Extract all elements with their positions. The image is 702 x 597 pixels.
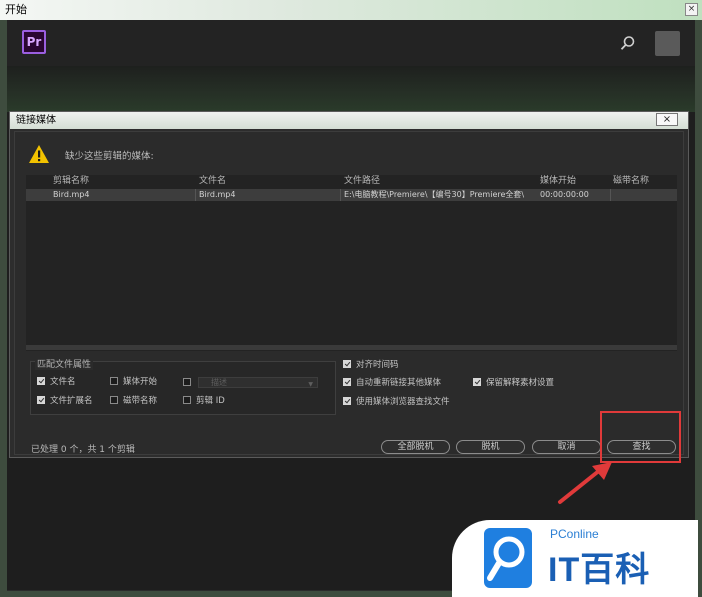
missing-media-table: 剪辑名称 文件名 文件路径 媒体开始 磁带名称 Bird.mp4 Bird.mp…	[26, 175, 677, 351]
cell-clip-name: Bird.mp4	[53, 190, 90, 199]
use-media-browser-checkbox[interactable]	[343, 397, 351, 405]
match-properties-title: 匹配文件属性	[35, 357, 94, 370]
home-header: Pr	[7, 20, 695, 66]
column-header-tape-name[interactable]: 磁带名称	[613, 175, 649, 187]
match-file-name-label: 文件名	[50, 377, 76, 387]
column-header-file-path[interactable]: 文件路径	[344, 175, 380, 187]
warning-icon	[29, 145, 49, 163]
annotation-highlight-box	[600, 411, 681, 463]
table-horizontal-scrollbar[interactable]	[26, 345, 677, 350]
cell-file-name: Bird.mp4	[199, 190, 236, 199]
pconline-watermark: PConline IT百科	[452, 520, 698, 597]
magnifier-logo-icon	[484, 528, 532, 588]
match-file-extension-checkbox[interactable]	[37, 396, 45, 404]
avatar[interactable]	[655, 31, 680, 56]
column-header-media-start[interactable]: 媒体开始	[540, 175, 576, 187]
window-title: 开始	[5, 3, 27, 16]
cell-media-start: 00:00:00:00	[540, 190, 589, 199]
preserve-interpret-label: 保留解释素材设置	[486, 378, 555, 388]
match-tape-name-label: 磁带名称	[123, 396, 158, 406]
watermark-brand: PConline	[550, 527, 599, 541]
use-media-browser-label: 使用媒体浏览器查找文件	[356, 397, 450, 407]
premiere-logo-icon: Pr	[22, 30, 46, 54]
search-icon[interactable]	[620, 35, 636, 51]
match-tape-name-checkbox[interactable]	[110, 396, 118, 404]
dialog-titlebar: 链接媒体	[10, 112, 688, 129]
cancel-button[interactable]: 取消	[532, 440, 601, 454]
home-backdrop	[7, 66, 695, 112]
match-file-extension-label: 文件扩展名	[50, 396, 93, 406]
dialog-content: 缺少这些剪辑的媒体: 剪辑名称 文件名 文件路径 媒体开始 磁带名称 Bird.…	[14, 131, 684, 455]
dialog-title: 链接媒体	[16, 115, 56, 126]
annotation-arrow-icon	[558, 462, 612, 504]
match-clip-id-label: 剪辑 ID	[196, 396, 225, 406]
align-timecode-checkbox[interactable]	[343, 360, 351, 368]
match-description-dropdown: 描述 ▼	[198, 377, 318, 388]
auto-relink-label: 自动重新链接其他媒体	[356, 378, 442, 388]
match-media-start-checkbox[interactable]	[110, 377, 118, 385]
cell-file-path: E:\电脑教程\Premiere\【编号30】Premiere全套\	[344, 190, 525, 199]
align-timecode-label: 对齐时间码	[356, 360, 399, 370]
cell-divider	[340, 189, 341, 201]
column-header-clip-name[interactable]: 剪辑名称	[53, 175, 89, 187]
column-header-file-name[interactable]: 文件名	[199, 175, 226, 187]
offline-button[interactable]: 脱机	[456, 440, 525, 454]
status-text: 已处理 0 个，共 1 个剪辑	[31, 445, 135, 455]
window-frame-left	[0, 20, 7, 597]
auto-relink-checkbox[interactable]	[343, 378, 351, 386]
window-titlebar: 开始	[0, 0, 702, 20]
match-description-value: 描述	[211, 378, 227, 387]
dialog-close-button[interactable]: ×	[656, 113, 678, 126]
match-clip-id-checkbox[interactable]	[183, 396, 191, 404]
chevron-down-icon: ▼	[308, 381, 313, 388]
match-description-checkbox[interactable]	[183, 378, 191, 386]
table-row[interactable]: Bird.mp4 Bird.mp4 E:\电脑教程\Premiere\【编号30…	[26, 189, 677, 201]
cell-tape-name	[613, 189, 673, 201]
missing-media-message: 缺少这些剪辑的媒体:	[65, 151, 154, 162]
cell-divider	[195, 189, 196, 201]
cell-divider	[610, 189, 611, 201]
match-file-name-checkbox[interactable]	[37, 377, 45, 385]
window-close-button[interactable]: ×	[685, 3, 698, 16]
link-media-dialog: 链接媒体 × 缺少这些剪辑的媒体: 剪辑名称 文件名 文件路径 媒体开始 磁带名…	[9, 111, 689, 458]
match-media-start-label: 媒体开始	[123, 377, 158, 387]
offline-all-button[interactable]: 全部脱机	[381, 440, 450, 454]
watermark-name: IT百科	[548, 551, 651, 589]
window-frame-right	[695, 20, 702, 597]
preserve-interpret-checkbox[interactable]	[473, 378, 481, 386]
